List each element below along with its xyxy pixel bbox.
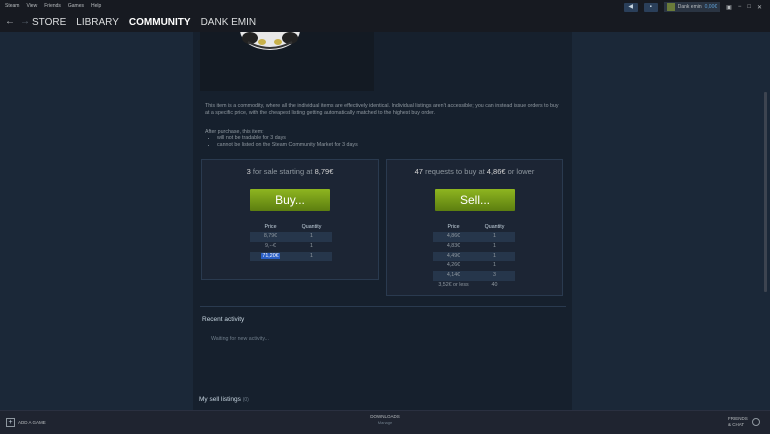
- table-row: 4,86€ 1: [433, 232, 515, 242]
- item-image: [200, 32, 374, 91]
- tab-library[interactable]: LIBRARY: [76, 17, 119, 28]
- table-row: 9,--€ 1: [250, 242, 332, 252]
- add-game-label: ADD A GAME: [18, 420, 46, 425]
- nav-tabs: STORE LIBRARY COMMUNITY DANK EMIN: [32, 17, 256, 28]
- for-sale-text: for sale starting at: [252, 167, 313, 176]
- row-quantity: 1: [310, 233, 313, 239]
- downloads-sub-label: Manage: [377, 420, 393, 425]
- table-row: 71,20€ 1: [250, 251, 332, 262]
- after-purchase-info: After purchase, this item: will not be t…: [205, 129, 560, 148]
- table-row: 4,14€ 3: [433, 271, 515, 281]
- quantity-header: Quantity: [484, 224, 505, 230]
- nav-arrows: ← →: [5, 16, 30, 27]
- add-game-button[interactable]: + ADD A GAME: [6, 418, 46, 427]
- row-price: 3,52€ or less: [438, 281, 469, 288]
- row-price: 4,83€: [446, 242, 461, 249]
- minimize-icon[interactable]: −: [738, 4, 742, 10]
- menu-friends[interactable]: Friends: [44, 3, 61, 9]
- buy-requests-panel: 47 requests to buy at 4,86€ or lower Sel…: [386, 159, 563, 296]
- row-quantity: 1: [493, 242, 496, 249]
- table-row: 3,52€ or less 40: [433, 281, 515, 291]
- row-price: 9,--€: [265, 242, 276, 249]
- notification-icon[interactable]: ▪: [643, 2, 658, 12]
- sell-order-table: Price Quantity 8,79€ 1 9,--€ 1 71,20€ 1: [250, 224, 332, 262]
- bottom-bar: + ADD A GAME DOWNLOADS Manage FRIENDS & …: [0, 410, 770, 434]
- row-quantity: 1: [310, 252, 313, 259]
- quantity-header: Quantity: [301, 224, 322, 230]
- section-divider: [200, 306, 566, 307]
- forward-arrow-icon[interactable]: →: [20, 16, 30, 27]
- row-price: 8,79€: [263, 233, 278, 239]
- commodity-description: This item is a commodity, where all the …: [205, 103, 559, 116]
- row-price: 4,26€: [446, 262, 461, 269]
- buy-requests-suffix: or lower: [507, 167, 535, 176]
- tab-store[interactable]: STORE: [32, 17, 66, 28]
- close-icon[interactable]: ✕: [757, 4, 762, 11]
- table-row: 4,49€ 1: [433, 251, 515, 262]
- panda-sticker-icon: [240, 32, 300, 50]
- my-sell-listings-title: My sell listings: [199, 396, 241, 403]
- row-price: 4,49€: [446, 252, 461, 259]
- row-price: 4,14€: [446, 272, 461, 279]
- restriction-list: will not be tradable for 3 days cannot b…: [205, 135, 560, 148]
- price-header: Price: [447, 224, 460, 230]
- menu-steam[interactable]: Steam: [5, 3, 19, 9]
- row-price-selected[interactable]: 71,20€: [261, 252, 280, 259]
- top-menu-bar: Steam View Friends Games Help ◀ ▪ Dank e…: [0, 0, 770, 14]
- broadcast-icon[interactable]: ◀: [623, 2, 638, 12]
- downloads-button[interactable]: DOWNLOADS Manage: [355, 414, 415, 426]
- table-header: Price Quantity: [433, 224, 515, 232]
- for-sale-summary: 3 for sale starting at 8,79€: [202, 167, 378, 176]
- for-sale-panel: 3 for sale starting at 8,79€ Buy... Pric…: [201, 159, 379, 280]
- menu-games[interactable]: Games: [68, 3, 84, 9]
- buy-order-table: Price Quantity 4,86€ 1 4,83€ 1 4,49€ 1 4…: [433, 224, 515, 291]
- maximize-icon[interactable]: □: [747, 4, 751, 10]
- my-sell-listings-header: My sell listings (0): [199, 396, 249, 403]
- buy-requests-count: 47: [414, 167, 423, 176]
- table-row: 8,79€ 1: [250, 232, 332, 242]
- row-quantity: 1: [310, 242, 313, 249]
- friends-icon: [751, 418, 760, 426]
- table-row: 4,26€ 1: [433, 261, 515, 271]
- avatar: [666, 3, 675, 11]
- window-controls-area: ◀ ▪ Dank emin 0,00€ ▣ − □ ✕: [623, 2, 762, 12]
- user-menu[interactable]: Dank emin 0,00€: [663, 2, 721, 12]
- for-sale-price: 8,79€: [314, 167, 334, 176]
- row-quantity: 1: [493, 233, 496, 239]
- restriction-item: cannot be listed on the Steam Community …: [217, 142, 560, 148]
- tab-community[interactable]: COMMUNITY: [129, 17, 191, 28]
- menu-view[interactable]: View: [26, 3, 37, 9]
- row-quantity: 1: [493, 252, 496, 259]
- table-row: 4,83€ 1: [433, 242, 515, 252]
- buy-requests-price: 4,86€: [486, 167, 506, 176]
- menu-bar: Steam View Friends Games Help: [5, 3, 101, 9]
- nav-bar: ← → STORE LIBRARY COMMUNITY DANK EMIN: [0, 14, 770, 32]
- scrollbar-thumb[interactable]: [764, 92, 767, 292]
- big-picture-icon[interactable]: ▣: [726, 4, 732, 11]
- row-quantity: 40: [491, 281, 498, 288]
- recent-activity-status: Waiting for new activity...: [211, 336, 269, 342]
- row-price-cell: 71,20€: [250, 252, 291, 262]
- buy-button[interactable]: Buy...: [250, 189, 330, 211]
- buy-requests-summary: 47 requests to buy at 4,86€ or lower: [387, 167, 562, 176]
- tab-profile[interactable]: DANK EMIN: [201, 17, 257, 28]
- username: Dank emin: [677, 4, 702, 10]
- friends-chat-button[interactable]: FRIENDS & CHAT: [728, 416, 760, 428]
- back-arrow-icon[interactable]: ←: [5, 16, 15, 27]
- my-sell-listings-count: (0): [242, 397, 249, 403]
- wallet-balance: 0,00€: [704, 4, 718, 10]
- menu-help[interactable]: Help: [91, 3, 101, 9]
- sell-button[interactable]: Sell...: [435, 189, 515, 211]
- table-header: Price Quantity: [250, 224, 332, 232]
- row-quantity: 3: [493, 272, 496, 279]
- for-sale-count: 3: [246, 167, 251, 176]
- chat-label: & CHAT: [728, 422, 745, 427]
- row-quantity: 1: [493, 262, 496, 269]
- plus-icon: +: [6, 418, 15, 427]
- buy-requests-text: requests to buy at: [425, 167, 485, 176]
- price-header: Price: [264, 224, 277, 230]
- recent-activity-title: Recent activity: [202, 316, 245, 323]
- row-price: 4,86€: [446, 233, 461, 239]
